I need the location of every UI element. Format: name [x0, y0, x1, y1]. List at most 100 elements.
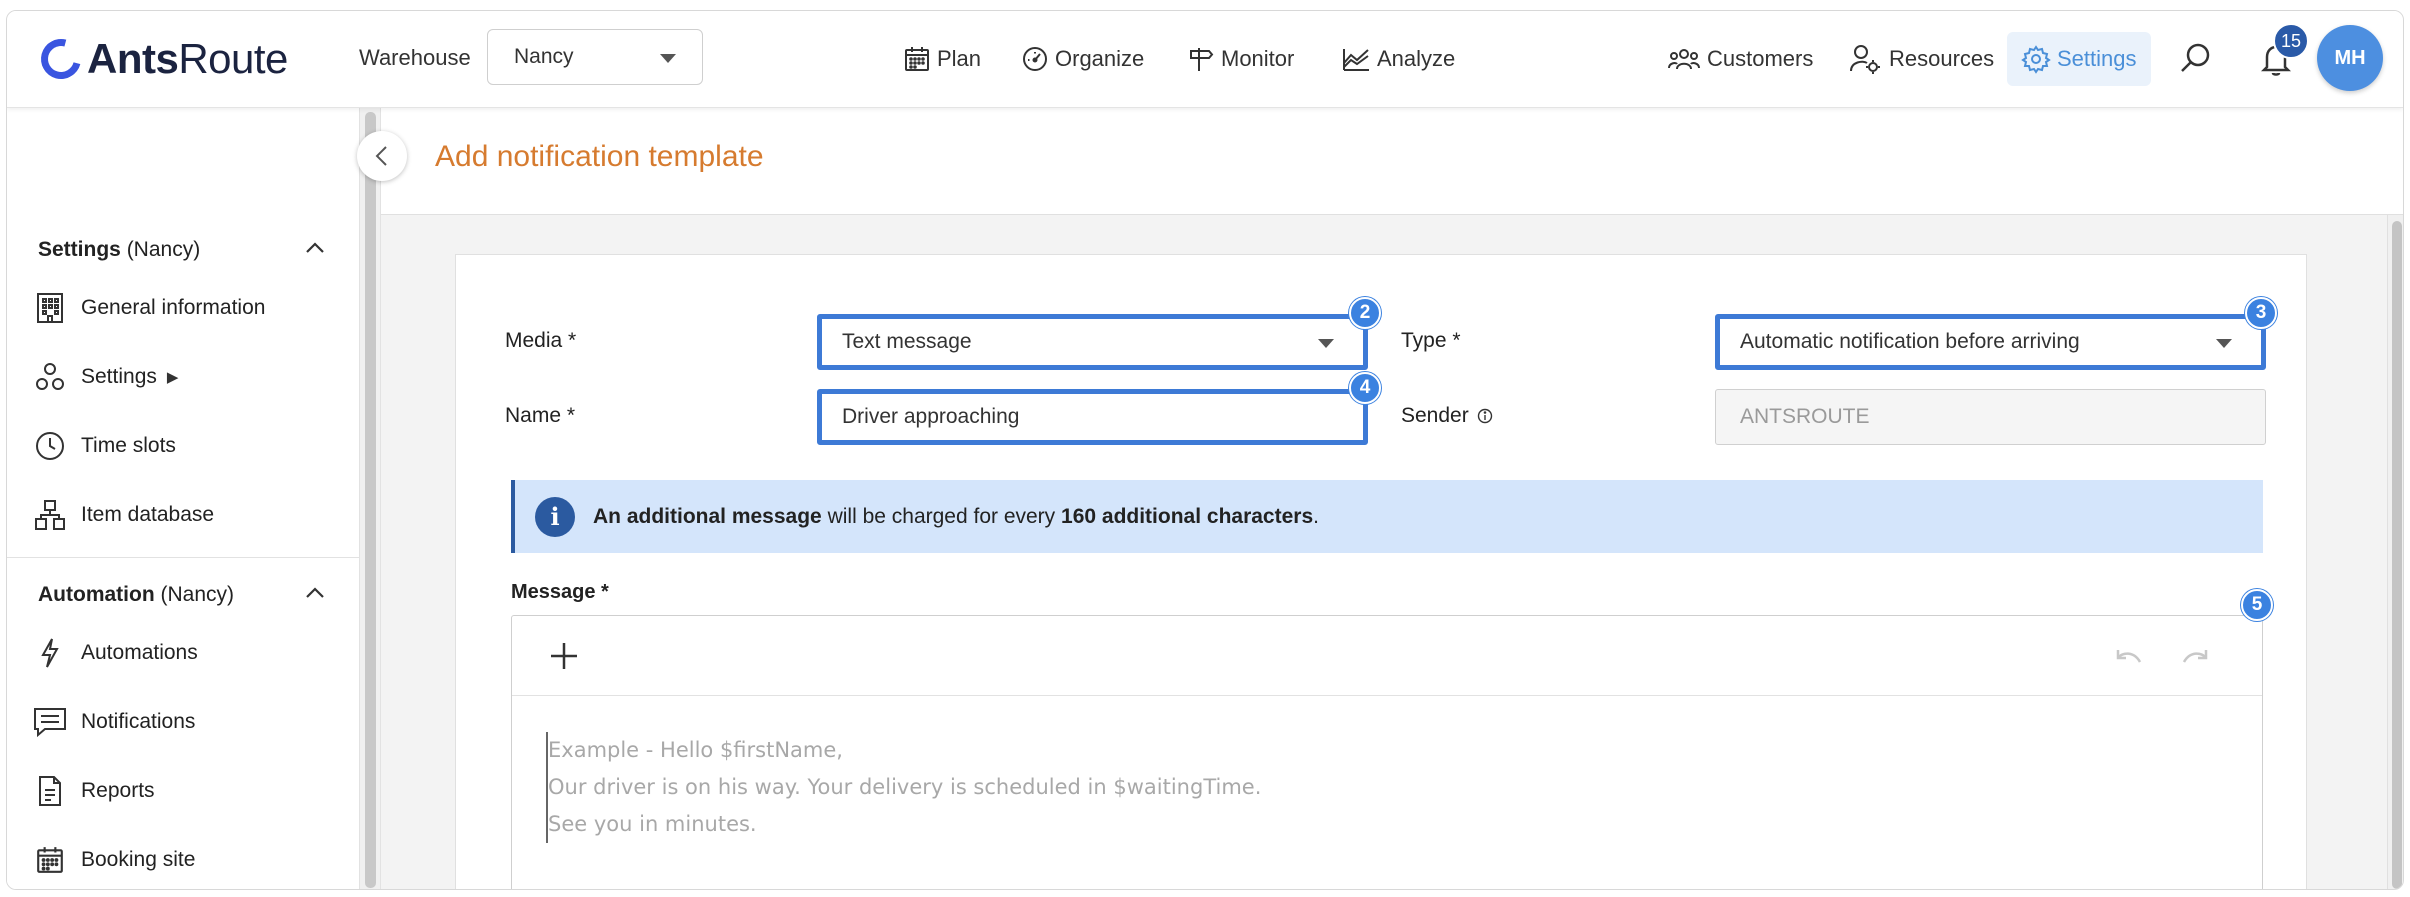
media-value: Text message	[842, 330, 972, 353]
placeholder-line: Our driver is on his way. Your delivery …	[548, 775, 1262, 799]
nav-monitor[interactable]: Monitor	[1187, 39, 1294, 79]
message-editor[interactable]: Example - Hello $firstName, Our driver i…	[511, 615, 2263, 889]
name-label: Name *	[505, 404, 576, 427]
name-input[interactable]: Driver approaching	[817, 389, 1368, 445]
notification-badge: 15	[2273, 23, 2309, 59]
building-icon	[33, 291, 67, 325]
info-text: An additional message will be charged fo…	[593, 504, 1319, 528]
sidebar: Settings (Nancy) General information Set…	[7, 108, 359, 889]
gear-icon	[2021, 45, 2051, 74]
nav-plan-label: Plan	[937, 46, 982, 71]
nav-settings[interactable]: Settings	[2007, 32, 2151, 86]
settings-section-title: Settings (Nancy)	[38, 238, 201, 261]
page-header: Add notification template	[381, 108, 2403, 215]
app-window: AntsRoute Warehouse Nancy Plan Organize …	[6, 10, 2404, 890]
top-bar: AntsRoute Warehouse Nancy Plan Organize …	[7, 11, 2403, 108]
clock-icon	[33, 429, 67, 463]
placeholder-line: Example - Hello $firstName,	[548, 738, 843, 762]
chevron-up-icon[interactable]	[305, 583, 325, 603]
nav-organize[interactable]: Organize	[1021, 39, 1144, 79]
sidebar-scrollbar-thumb[interactable]	[365, 112, 376, 888]
type-value: Automatic notification before arriving	[1740, 330, 2080, 353]
chevron-down-icon	[2216, 339, 2232, 348]
placeholder-line: See you in minutes.	[548, 812, 757, 836]
editor-toolbar	[512, 616, 2262, 696]
sidebar-item-time-slots[interactable]: Time slots	[33, 426, 176, 466]
marker-3: 3	[2245, 297, 2277, 329]
sidebar-item-label: Time slots	[81, 434, 176, 457]
media-select[interactable]: Text message	[817, 314, 1368, 370]
chevron-up-icon[interactable]	[305, 238, 325, 258]
search-icon	[2181, 43, 2210, 72]
type-select[interactable]: Automatic notification before arriving	[1715, 314, 2266, 370]
sidebar-scrollbar[interactable]	[359, 108, 381, 889]
sidebar-item-label: Notifications	[81, 710, 196, 733]
page-title: Add notification template	[435, 140, 764, 173]
info-circle-icon[interactable]	[1477, 408, 1493, 424]
sidebar-item-settings[interactable]: Settings ▶	[33, 357, 178, 397]
bolt-icon	[33, 636, 67, 670]
sidebar-item-automations[interactable]: Automations	[33, 633, 198, 673]
expand-arrow-icon: ▶	[166, 369, 179, 386]
main-scrollbar[interactable]	[2387, 215, 2403, 889]
calendar-icon	[33, 843, 67, 877]
chart-icon	[1343, 49, 1369, 71]
sidebar-item-label: Item database	[81, 503, 215, 526]
collapse-sidebar-button[interactable]	[357, 131, 407, 181]
nav-settings-label: Settings	[2057, 46, 2137, 71]
calendar-icon	[905, 47, 929, 71]
sender-input: ANTSROUTE	[1715, 389, 2266, 445]
nav-monitor-label: Monitor	[1221, 46, 1295, 71]
sidebar-item-booking-site[interactable]: Booking site	[33, 840, 195, 880]
nav-analyze-label: Analyze	[1377, 46, 1456, 71]
gauge-icon	[1023, 47, 1047, 71]
document-icon	[33, 774, 67, 808]
plus-icon[interactable]	[548, 640, 580, 672]
sidebar-item-label: Booking site	[81, 848, 196, 871]
people-icon	[1668, 49, 1700, 70]
sidebar-item-notifications[interactable]: Notifications	[33, 702, 195, 742]
sidebar-item-general-information[interactable]: General information	[33, 288, 265, 328]
message-label: Message *	[511, 581, 609, 603]
marker-2: 2	[1349, 297, 1381, 329]
shapes-icon	[33, 360, 67, 394]
message-icon	[33, 705, 67, 739]
sender-value: ANTSROUTE	[1740, 405, 1870, 428]
nav-customers-label: Customers	[1707, 46, 1814, 71]
sidebar-item-label: General information	[81, 296, 266, 319]
marker-4: 4	[1349, 372, 1381, 404]
nav-organize-label: Organize	[1055, 46, 1145, 71]
boxes-icon	[33, 498, 67, 532]
sidebar-item-reports[interactable]: Reports	[33, 771, 155, 811]
nav-analyze[interactable]: Analyze	[1341, 39, 1455, 79]
chevron-left-icon	[375, 146, 387, 166]
signpost-icon	[1190, 48, 1214, 71]
logo-text-rest: Route	[178, 35, 288, 82]
nav-customers[interactable]: Customers	[1667, 39, 1813, 79]
logo[interactable]: AntsRoute	[33, 31, 288, 87]
marker-5: 5	[2241, 589, 2273, 621]
warehouse-value: Nancy	[514, 45, 574, 68]
sidebar-divider	[7, 557, 359, 558]
warehouse-select[interactable]: Nancy	[487, 29, 703, 85]
search-button[interactable]	[2179, 41, 2213, 80]
sidebar-item-label: Automations	[81, 641, 198, 664]
sidebar-item-item-database[interactable]: Item database	[33, 495, 214, 535]
media-label: Media *	[505, 329, 577, 352]
redo-icon[interactable]	[2180, 646, 2212, 668]
nav-plan[interactable]: Plan	[903, 39, 981, 79]
warehouse-label: Warehouse	[359, 45, 471, 70]
logo-mark-icon	[33, 31, 89, 87]
sidebar-item-label: Settings	[81, 365, 157, 388]
sender-label-group: Sender	[1401, 404, 1493, 428]
chevron-down-icon	[660, 54, 676, 63]
automation-section-title: Automation (Nancy)	[38, 583, 235, 606]
avatar[interactable]: MH	[2317, 25, 2383, 91]
sender-label: Sender	[1401, 404, 1469, 427]
nav-resources[interactable]: Resources	[1849, 39, 1994, 79]
main-scrollbar-thumb[interactable]	[2392, 221, 2402, 889]
message-textarea[interactable]: Example - Hello $firstName, Our driver i…	[546, 732, 1261, 843]
name-value: Driver approaching	[842, 405, 1020, 428]
chevron-down-icon	[1318, 339, 1334, 348]
undo-icon[interactable]	[2112, 646, 2144, 668]
